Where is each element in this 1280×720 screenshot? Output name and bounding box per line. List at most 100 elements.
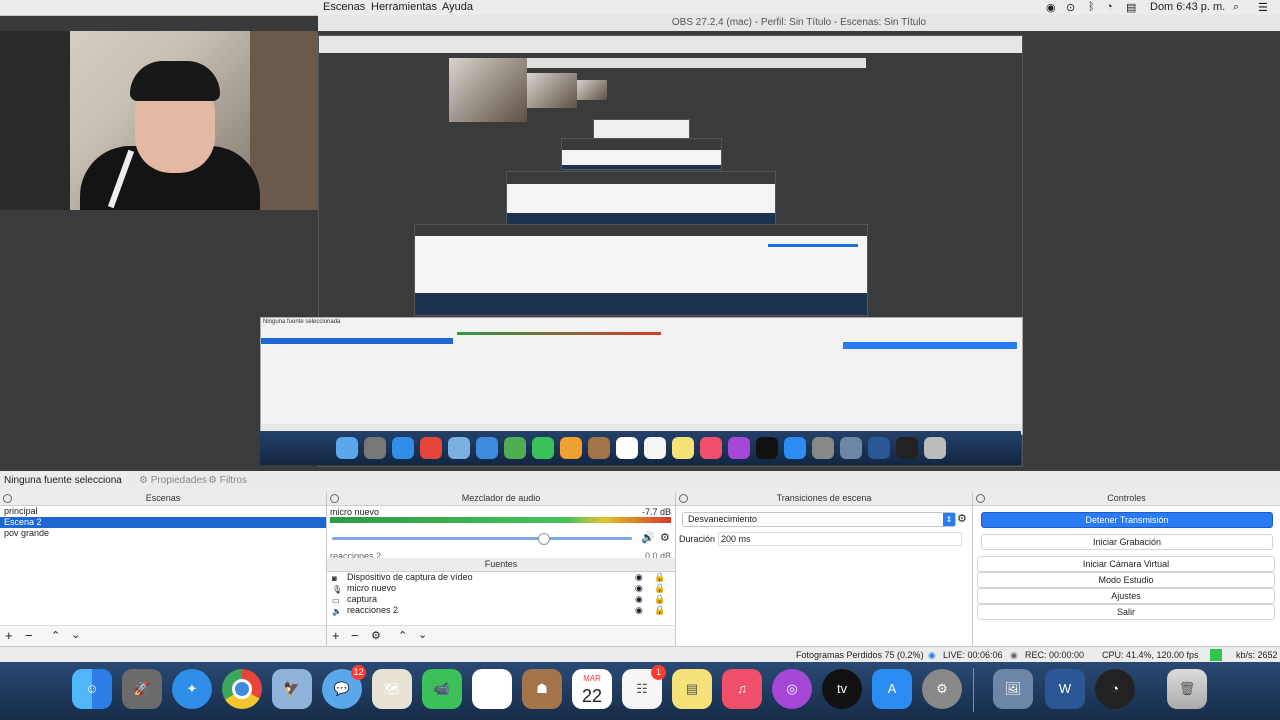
contacts-icon[interactable]: ☗ xyxy=(522,669,562,709)
transition-select[interactable]: Desvanecimiento ⇕ xyxy=(682,512,956,527)
add-scene-icon[interactable]: + xyxy=(5,628,13,643)
filters-button[interactable]: ⚙ Filtros xyxy=(208,475,247,486)
trash-icon[interactable]: 🗑 xyxy=(1167,669,1207,709)
menu-herramientas[interactable]: Herramientas xyxy=(371,1,437,13)
screenshare-icon[interactable]: ⊙ xyxy=(1066,1,1075,14)
start-virtual-camera-button[interactable]: Iniciar Cámara Virtual xyxy=(977,556,1275,572)
exit-button[interactable]: Salir xyxy=(977,604,1275,620)
spotlight-icon[interactable]: ⌕ xyxy=(1233,1,1239,14)
move-up-icon[interactable]: ⌃ xyxy=(51,629,60,642)
safari-icon[interactable]: ✦ xyxy=(172,669,212,709)
lock-icon[interactable]: 🔒 xyxy=(654,572,665,583)
facetime-icon[interactable]: 📹 xyxy=(422,669,462,709)
obs-icon[interactable]: ◔ xyxy=(1095,669,1135,709)
music-icon[interactable]: ♫ xyxy=(722,669,762,709)
stop-streaming-button[interactable]: Detener Transmisión xyxy=(981,512,1273,528)
preview-canvas[interactable]: Ninguna fuente seleccionada xyxy=(0,31,1280,471)
rec-timer: REC: 00:00:00 xyxy=(1025,650,1085,660)
volume-slider-handle[interactable] xyxy=(538,533,550,545)
source-label: reacciones 2 xyxy=(347,605,399,615)
bluetooth-icon[interactable]: ᛒ xyxy=(1088,1,1095,13)
transition-selected: Desvanecimiento xyxy=(688,514,758,524)
chrome-icon[interactable] xyxy=(222,669,262,709)
source-toolbar: Ninguna fuente selecciona ⚙ Propiedades … xyxy=(0,471,1280,493)
mixer-channel-level: -7.7 dB xyxy=(641,507,671,517)
chevron-updown-icon: ⇕ xyxy=(943,513,955,526)
reminders-icon[interactable]: ☷ 1 xyxy=(622,665,666,709)
visibility-eye-icon[interactable]: ◉ xyxy=(635,594,643,605)
source-item[interactable]: ▭ captura ◉ 🔒 xyxy=(327,594,675,605)
scene-item-pov-grande[interactable]: pov grande xyxy=(0,528,326,539)
properties-button[interactable]: ⚙ Propiedades xyxy=(139,475,207,486)
system-preferences-icon[interactable]: ⚙ xyxy=(922,669,962,709)
visibility-eye-icon[interactable]: ◉ xyxy=(635,583,643,594)
lock-icon[interactable]: 🔒 xyxy=(654,594,665,605)
scene-item-principal[interactable]: principal xyxy=(0,506,326,517)
remove-scene-icon[interactable]: − xyxy=(25,628,33,643)
apple-tv-icon[interactable]: tv xyxy=(822,669,862,709)
source-settings-icon[interactable]: ⚙ xyxy=(371,629,381,642)
source-item[interactable]: 🎙 micro nuevo ◉ 🔒 xyxy=(327,583,675,594)
speaker-icon: 🔈 xyxy=(332,607,342,616)
studio-mode-button[interactable]: Modo Estudio xyxy=(977,572,1275,588)
scenes-dock: Escenas principal Escena 2 pov grande + … xyxy=(0,492,327,646)
visibility-eye-icon[interactable]: ◉ xyxy=(635,605,643,616)
tv-label: tv xyxy=(836,681,848,696)
sources-dock: Fuentes ◙ Dispositivo de captura de vídeo… xyxy=(327,558,676,646)
audio-mixer-dock: Mezclador de audio micro nuevo -7.7 dB r… xyxy=(327,492,676,561)
add-source-icon[interactable]: + xyxy=(332,628,340,643)
source-item[interactable]: 🔈 reacciones 2 ◉ 🔒 xyxy=(327,605,675,616)
speaker-icon[interactable]: 🔊 xyxy=(641,531,655,544)
dock-close-icon[interactable] xyxy=(679,494,688,503)
obs-status-icon[interactable]: ◉ xyxy=(1046,1,1056,14)
dock-close-icon[interactable] xyxy=(330,494,339,503)
app-store-icon[interactable]: A xyxy=(872,669,912,709)
remove-source-icon[interactable]: − xyxy=(351,628,359,643)
lock-icon[interactable]: 🔒 xyxy=(654,605,665,616)
image-capture-icon[interactable]: 🖼 xyxy=(993,669,1033,709)
duration-field[interactable]: 200 ms xyxy=(718,532,962,546)
dock-close-icon[interactable] xyxy=(3,494,12,503)
move-down-icon[interactable]: ⌄ xyxy=(71,628,80,641)
mixer-gear-icon[interactable]: ⚙ xyxy=(660,531,670,544)
menu-escenas[interactable]: Escenas xyxy=(323,1,365,13)
visibility-eye-icon[interactable]: ◉ xyxy=(635,572,643,583)
nested-preview-6 xyxy=(414,224,868,316)
move-down-icon[interactable]: ⌄ xyxy=(418,628,427,641)
launchpad-icon[interactable]: 🚀 xyxy=(122,669,162,709)
status-bar: Fotogramas Perdidos 75 (0.2%) ◉ LIVE: 00… xyxy=(0,646,1280,663)
nested-preview-4 xyxy=(561,138,722,170)
mixer-channel-name: micro nuevo xyxy=(330,507,380,517)
finder-icon[interactable]: ☺ xyxy=(72,669,112,709)
messenger-icon[interactable]: 💬 12 xyxy=(322,665,366,709)
start-recording-button[interactable]: Iniciar Grabación xyxy=(981,534,1273,550)
source-label: captura xyxy=(347,594,378,604)
no-source-label: Ninguna fuente selecciona xyxy=(4,475,122,486)
volume-slider[interactable] xyxy=(332,537,632,540)
menu-ayuda[interactable]: Ayuda xyxy=(442,1,473,13)
word-icon[interactable]: W xyxy=(1045,669,1085,709)
notification-center-icon[interactable]: ☰ xyxy=(1258,1,1268,14)
calendar-icon[interactable]: MAR 22 xyxy=(572,669,612,709)
gear-icon: ⚙ xyxy=(139,475,148,486)
wifi-icon[interactable]: ◔ xyxy=(1106,1,1113,13)
source-item[interactable]: ◙ Dispositivo de captura de vídeo ◉ 🔒 xyxy=(327,572,675,583)
move-up-icon[interactable]: ⌃ xyxy=(398,629,407,642)
scene-item-escena-2[interactable]: Escena 2 xyxy=(0,517,326,528)
control-center-icon[interactable]: ▤ xyxy=(1126,1,1136,14)
lock-icon[interactable]: 🔒 xyxy=(654,583,665,594)
settings-button[interactable]: Ajustes xyxy=(977,588,1275,604)
preview-app-icon[interactable]: 🦅 xyxy=(272,669,312,709)
photos-icon[interactable]: ❀ xyxy=(472,669,512,709)
transitions-title: Transiciones de escena xyxy=(776,493,872,503)
filter-icon: ⚙ xyxy=(208,475,217,486)
controls-dock: Controles Detener Transmisión Iniciar Gr… xyxy=(973,492,1280,646)
menubar-clock[interactable]: Dom 6:43 p. m. xyxy=(1150,1,1225,13)
dock-close-icon[interactable] xyxy=(976,494,985,503)
nested-preview-3 xyxy=(593,119,690,139)
maps-icon[interactable]: 🗺 xyxy=(372,669,412,709)
calendar-day: 22 xyxy=(581,686,603,706)
podcasts-icon[interactable]: ◎ xyxy=(772,669,812,709)
transition-gear-icon[interactable]: ⚙ xyxy=(957,512,967,525)
notes-icon[interactable]: ▤ xyxy=(672,669,712,709)
